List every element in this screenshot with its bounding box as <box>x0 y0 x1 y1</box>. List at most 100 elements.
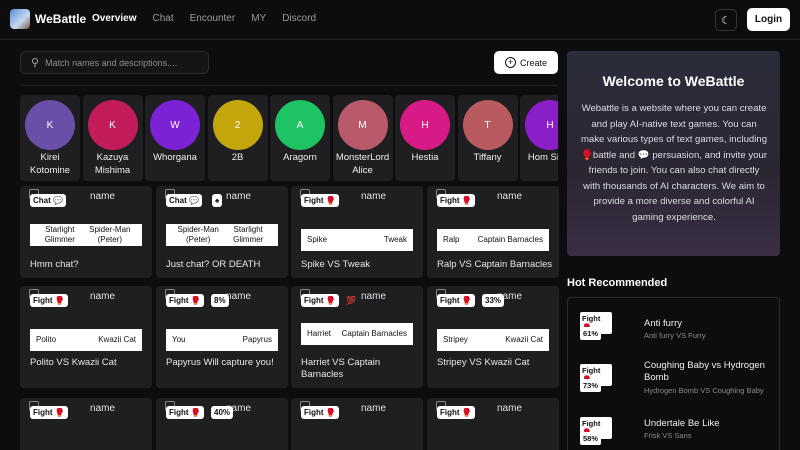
mode-badge: Fight 🥊 <box>437 406 475 419</box>
right-character: Kwazii Cat <box>98 335 136 344</box>
create-label: Create <box>519 57 547 68</box>
versus-bar: Polito Kwazii Cat <box>30 329 142 351</box>
avatar: K <box>25 100 75 150</box>
right-character: Kwazii Cat <box>505 335 543 344</box>
hot-item[interactable]: Fight 🥊73% Coughing Baby vs Hydrogen Bomb… <box>568 356 779 406</box>
app-logo[interactable] <box>10 9 30 29</box>
search-input[interactable] <box>45 57 196 68</box>
win-rate-badge: 💯 <box>346 296 356 305</box>
game-card[interactable]: name Fight 🥊 8% You Papyrus Papyrus Will capt… <box>156 286 288 388</box>
mode-badge: Fight 🥊 <box>301 294 339 307</box>
hot-item-subtitle: Hydrogen Bomb VS Coughing Baby <box>644 386 764 395</box>
hot-item[interactable]: Fight 🥊58% Undertale Be Like Frisk VS Sans <box>568 409 779 450</box>
search-box[interactable]: ⚲ <box>20 51 209 74</box>
left-character: Harriet <box>307 329 332 338</box>
win-rate-badge: 73% <box>580 379 602 392</box>
nav-chat[interactable]: Chat <box>152 13 173 24</box>
left-character: You <box>172 335 186 344</box>
avatar: K <box>87 100 138 150</box>
character-card[interactable]: H Hom Simp <box>520 95 558 181</box>
search-icon: ⚲ <box>31 57 40 69</box>
hot-recommended-list: Fight 🥊61%Anti furryAnti furry VS FurryF… <box>567 297 780 450</box>
image-alt-text: name <box>361 191 387 202</box>
image-alt-text: name <box>226 291 252 302</box>
nav-encounter[interactable]: Encounter <box>190 13 236 24</box>
hot-item[interactable]: Fight 🥊61% Anti furry Anti furry VS Furry <box>568 304 779 354</box>
game-card[interactable]: name Fight 🥊 <box>291 398 423 450</box>
game-card[interactable]: name Fight 🥊 40% <box>156 398 288 450</box>
game-card[interactable]: name Fight 🥊 <box>20 398 152 450</box>
avatar: 2 <box>212 100 263 150</box>
welcome-body: Webattle is a website where you can crea… <box>580 103 768 223</box>
character-name: Tiffany <box>473 152 502 163</box>
character-carousel[interactable]: K Kirei Kotomine K Kazuya Mishima W Whorgana 2… <box>20 95 558 181</box>
game-card[interactable]: name Fight 🥊 Spike Tweak Spike VS Tweak <box>291 186 423 278</box>
welcome-panel: Welcome to WeBattle Webattle is a websit… <box>567 51 780 256</box>
game-card[interactable]: name Fight 🥊 Ralp Captain Barnacles Ralp VS … <box>427 186 559 278</box>
character-name: Whorgana <box>153 152 197 163</box>
character-card[interactable]: H Hestia <box>395 95 455 181</box>
mode-badge: Fight 🥊 <box>166 406 204 419</box>
avatar: A <box>275 100 325 150</box>
nav-discord[interactable]: Discord <box>282 13 316 24</box>
card-title: Ralp VS Captain Barnacles <box>437 259 553 270</box>
game-card[interactable]: name Fight 🥊 <box>427 398 559 450</box>
hot-thumbnail: Fight 🥊73% <box>580 364 612 392</box>
image-alt-text: name <box>90 291 116 302</box>
card-title: Papyrus Will capture you! <box>166 357 274 368</box>
card-title: Stripey VS Kwazii Cat <box>437 357 530 368</box>
character-card[interactable]: A Aragorn <box>270 95 330 181</box>
right-character: Captain Barnacles <box>477 235 543 244</box>
divider <box>20 85 558 86</box>
character-name: 2B <box>231 152 244 163</box>
character-name: Kirei Kotomine <box>29 152 71 176</box>
character-card[interactable]: W Whorgana <box>145 95 205 181</box>
character-card[interactable]: M MonsterLord Alice <box>332 95 393 181</box>
right-character: Tweak <box>383 235 407 244</box>
game-card[interactable]: name Fight 🥊 Polito Kwazii Cat Polito VS Kwa… <box>20 286 152 388</box>
character-card[interactable]: T Tiffany <box>457 95 518 181</box>
image-alt-text: name <box>90 191 116 202</box>
card-title: Polito VS Kwazii Cat <box>30 357 117 368</box>
nav-overview[interactable]: Overview <box>92 13 136 24</box>
versus-bar: Ralp Captain Barnacles <box>437 229 549 251</box>
character-card[interactable]: K Kirei Kotomine <box>20 95 80 181</box>
avatar: W <box>150 100 200 150</box>
left-character: Spike <box>307 235 328 244</box>
win-rate-badge: 58% <box>580 432 602 445</box>
win-rate-badge: 33% <box>482 294 505 307</box>
versus-bar: Harriet Captain Barnacles <box>301 323 413 345</box>
mode-badge: Fight 🥊 <box>437 194 475 207</box>
plus-circle-icon: + <box>504 57 516 68</box>
character-card[interactable]: 2 2B <box>207 95 268 181</box>
card-title: Harriet VS Captain Barnacles <box>301 357 381 380</box>
character-name: Aragorn <box>283 152 317 163</box>
create-button[interactable]: + Create <box>494 51 558 74</box>
theme-toggle-icon[interactable]: ☾ <box>715 9 737 31</box>
win-rate-badge: 40% <box>211 406 234 419</box>
welcome-title: Welcome to WeBattle <box>602 73 745 89</box>
game-card[interactable]: name Fight 🥊 33% Stripey Kwazii Cat Stripey V… <box>427 286 559 388</box>
versus-bar: Stripey Kwazii Cat <box>437 329 549 351</box>
left-character: Starlight Glimmer <box>44 225 75 244</box>
nav-my[interactable]: MY <box>251 13 266 24</box>
character-name: MonsterLord Alice <box>335 152 390 176</box>
win-rate-badge: 8% <box>211 294 229 307</box>
right-character: Starlight Glimmer <box>233 225 264 244</box>
right-character: Captain Barnacles <box>341 329 407 338</box>
game-card[interactable]: name Fight 🥊 💯 Harriet Captain Barnacles Harr… <box>291 286 423 388</box>
brand-name[interactable]: WeBattle <box>35 12 86 26</box>
character-card[interactable]: K Kazuya Mishima <box>82 95 143 181</box>
avatar: M <box>337 100 388 150</box>
win-rate-badge: 61% <box>580 327 602 340</box>
hot-item-title: Anti furry <box>644 318 683 329</box>
game-card[interactable]: name Chat 💬 Starlight Glimmer Spider-Man (P… <box>20 186 152 278</box>
login-button[interactable]: Login <box>747 8 790 31</box>
left-character: Polito <box>36 335 57 344</box>
hot-thumbnail: Fight 🥊61% <box>580 312 612 340</box>
mode-badge: Fight 🥊 <box>437 294 475 307</box>
game-card[interactable]: name Chat 💬 ♠ Spider-Man (Peter) Starlight G… <box>156 186 288 278</box>
left-character: Spider-Man (Peter) <box>177 225 219 244</box>
versus-bar: Starlight Glimmer Spider-Man (Peter) <box>30 224 142 246</box>
hot-item-subtitle: Anti furry VS Furry <box>644 331 706 340</box>
